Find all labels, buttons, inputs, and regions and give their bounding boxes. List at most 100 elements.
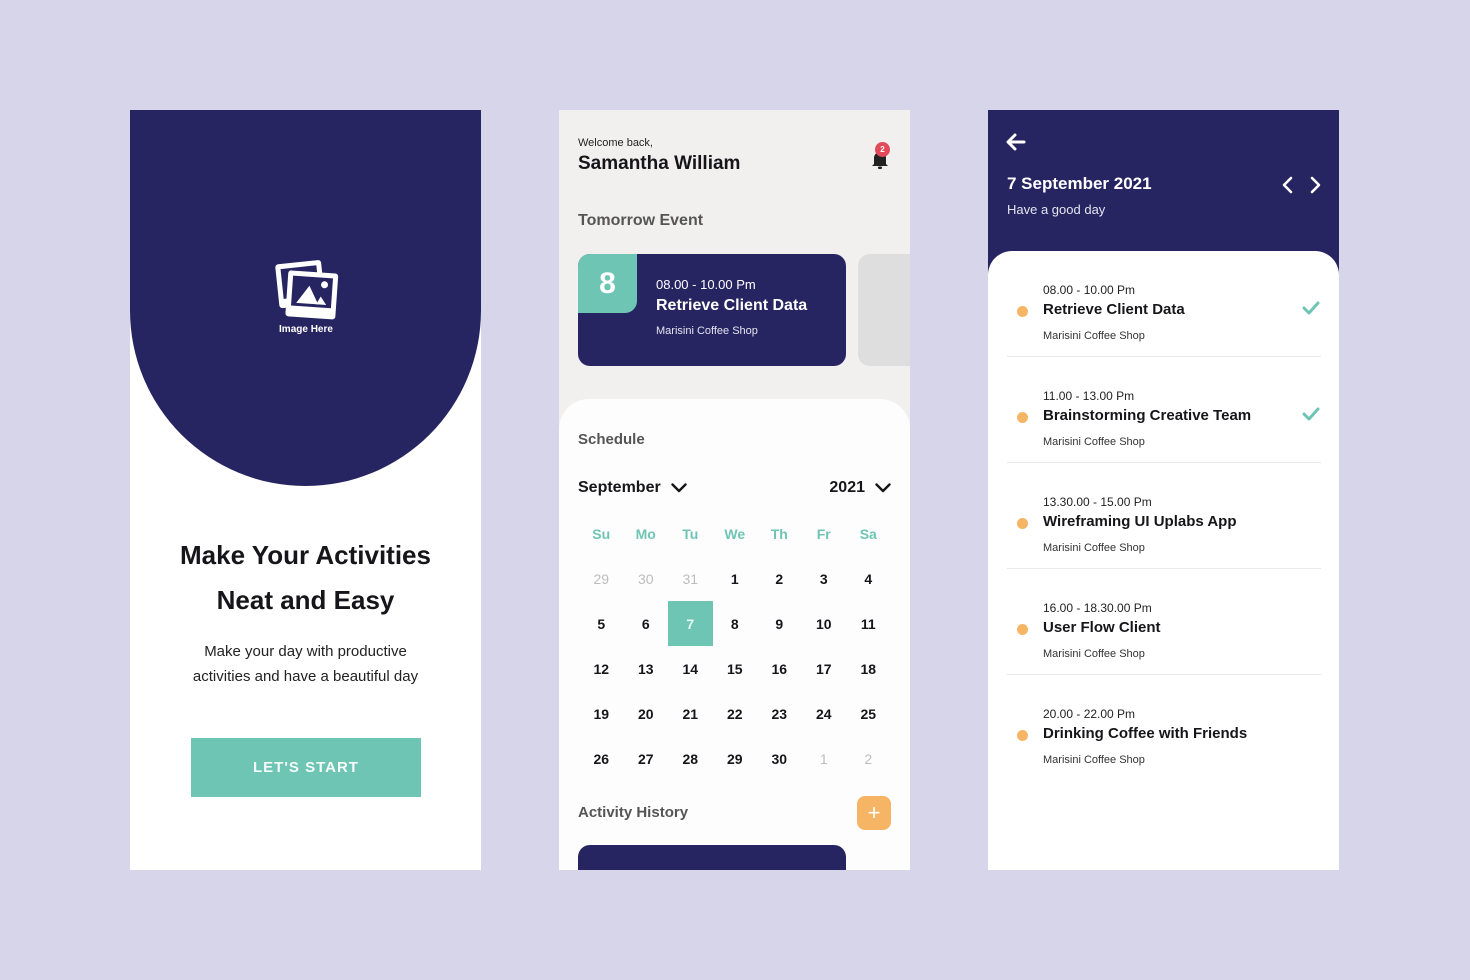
calendar-week: 29 30 31 1 2 3 4 xyxy=(579,556,891,601)
tomorrow-event-card[interactable]: 8 08.00 - 10.00 Pm Retrieve Client Data … xyxy=(578,254,846,366)
activity-history-heading: Activity History xyxy=(578,804,689,821)
calendar-day[interactable]: 26 xyxy=(579,736,624,781)
event-place: Marisini Coffee Shop xyxy=(1043,330,1145,342)
event-day: 8 xyxy=(578,254,637,313)
title-line-2: Neat and Easy xyxy=(216,585,395,615)
calendar-day[interactable]: 13 xyxy=(624,646,669,691)
image-placeholder-label: Image Here xyxy=(279,324,333,335)
calendar-day[interactable]: 23 xyxy=(757,691,802,736)
month-select[interactable]: September xyxy=(578,479,687,497)
calendar-day-selected[interactable]: 7 xyxy=(668,601,713,646)
calendar-day[interactable]: 3 xyxy=(802,556,847,601)
event-title: Retrieve Client Data xyxy=(656,297,808,314)
calendar-day[interactable]: 25 xyxy=(846,691,891,736)
calendar-day[interactable]: 1 xyxy=(713,556,758,601)
selected-date: 7 September 2021 xyxy=(1007,174,1152,193)
weekday-label: Th xyxy=(770,525,788,542)
calendar-day[interactable]: 24 xyxy=(802,691,847,736)
calendar-day[interactable]: 17 xyxy=(802,646,847,691)
event-title: User Flow Client xyxy=(1043,619,1161,636)
image-placeholder: Image Here xyxy=(271,252,341,338)
event-time: 11.00 - 13.00 Pm xyxy=(1043,389,1135,403)
calendar-day[interactable]: 9 xyxy=(757,601,802,646)
back-arrow-icon[interactable] xyxy=(1004,130,1028,154)
calendar-week: 26 27 28 29 30 1 2 xyxy=(579,736,891,781)
weekday-label: Sa xyxy=(859,525,877,542)
calendar-day[interactable]: 29 xyxy=(579,556,624,601)
calendar-day[interactable]: 12 xyxy=(579,646,624,691)
event-list: 08.00 - 10.00 Pm Retrieve Client Data Mari… xyxy=(988,251,1339,870)
calendar-day[interactable]: 30 xyxy=(757,736,802,781)
calendar-day[interactable]: 20 xyxy=(624,691,669,736)
calendar-week: 5 6 7 8 9 10 11 xyxy=(579,601,891,646)
year-select[interactable]: 2021 xyxy=(829,479,891,497)
calendar-day[interactable]: 2 xyxy=(846,736,891,781)
status-dot xyxy=(1017,306,1028,317)
next-event-card[interactable] xyxy=(858,254,910,366)
notification-badge: 2 xyxy=(875,142,890,157)
status-dot xyxy=(1017,730,1028,741)
event-list-item[interactable]: 16.00 - 18.30.00 Pm User Flow Client Maris… xyxy=(1007,569,1321,675)
greeting: Have a good day xyxy=(1007,202,1106,217)
activity-history-card[interactable] xyxy=(578,845,846,870)
calendar-day[interactable]: 2 xyxy=(757,556,802,601)
check-icon xyxy=(1302,301,1320,315)
event-title: Drinking Coffee with Friends xyxy=(1043,725,1248,742)
calendar-day[interactable]: 22 xyxy=(713,691,758,736)
user-name: Samantha William xyxy=(578,153,741,174)
tomorrow-event-heading: Tomorrow Event xyxy=(578,212,704,229)
weekday-label: Su xyxy=(592,525,611,542)
calendar-day[interactable]: 29 xyxy=(713,736,758,781)
event-place: Marisini Coffee Shop xyxy=(656,325,758,337)
event-list-item[interactable]: 11.00 - 13.00 Pm Brainstorming Creative T… xyxy=(1007,357,1321,463)
calendar-week: 19 20 21 22 23 24 25 xyxy=(579,691,891,736)
lets-start-button[interactable]: LET'S START xyxy=(191,738,421,797)
weekday-label: Fr xyxy=(816,525,831,542)
event-place: Marisini Coffee Shop xyxy=(1043,754,1145,766)
chevron-right-icon[interactable] xyxy=(1304,174,1326,196)
calendar-day[interactable]: 16 xyxy=(757,646,802,691)
event-list-item[interactable]: 20.00 - 22.00 Pm Drinking Coffee with Fri… xyxy=(1007,675,1321,781)
calendar-day[interactable]: 11 xyxy=(846,601,891,646)
status-dot xyxy=(1017,518,1028,529)
event-list-item[interactable]: 08.00 - 10.00 Pm Retrieve Client Data Mari… xyxy=(1007,251,1321,357)
add-activity-button[interactable]: + xyxy=(857,796,891,830)
event-time: 08.00 - 10.00 Pm xyxy=(656,277,756,292)
calendar-day[interactable]: 28 xyxy=(668,736,713,781)
calendar-day[interactable]: 15 xyxy=(713,646,758,691)
plus-icon: + xyxy=(867,800,881,825)
calendar-day[interactable]: 21 xyxy=(668,691,713,736)
status-dot xyxy=(1017,624,1028,635)
calendar-day[interactable]: 1 xyxy=(802,736,847,781)
calendar-day[interactable]: 19 xyxy=(579,691,624,736)
welcome-text: Welcome back, xyxy=(578,137,653,149)
event-time: 13.30.00 - 15.00 Pm xyxy=(1043,495,1152,509)
status-dot xyxy=(1017,412,1028,423)
year-value: 2021 xyxy=(829,479,865,496)
day-view-screen: 7 September 2021 Have a good day 08.00 -… xyxy=(988,110,1339,870)
chevron-left-icon[interactable] xyxy=(1277,174,1299,196)
calendar-day[interactable]: 27 xyxy=(624,736,669,781)
chevron-down-icon xyxy=(875,483,891,493)
subtitle-line-1: Make your day with productive xyxy=(204,643,407,660)
calendar-day[interactable]: 6 xyxy=(624,601,669,646)
calendar-day[interactable]: 30 xyxy=(624,556,669,601)
calendar-day[interactable]: 18 xyxy=(846,646,891,691)
calendar-day[interactable]: 31 xyxy=(668,556,713,601)
weekday-label: Mo xyxy=(635,525,656,542)
calendar-day[interactable]: 10 xyxy=(802,601,847,646)
event-list-item[interactable]: 13.30.00 - 15.00 Pm Wireframing UI Uplabs… xyxy=(1007,463,1321,569)
check-icon xyxy=(1302,407,1320,421)
calendar-day[interactable]: 5 xyxy=(579,601,624,646)
weekday-label: We xyxy=(724,525,746,542)
calendar-day[interactable]: 8 xyxy=(713,601,758,646)
chevron-down-icon xyxy=(671,483,687,493)
hero-banner: Image Here xyxy=(130,110,481,486)
event-place: Marisini Coffee Shop xyxy=(1043,648,1145,660)
image-placeholder-icon xyxy=(275,260,339,320)
calendar-day[interactable]: 4 xyxy=(846,556,891,601)
calendar-day[interactable]: 14 xyxy=(668,646,713,691)
event-time: 16.00 - 18.30.00 Pm xyxy=(1043,601,1152,615)
event-title: Brainstorming Creative Team xyxy=(1043,407,1252,424)
schedule-panel: Schedule September 2021 Su Mo Tu We Th Fr Sa 29… xyxy=(559,399,910,870)
